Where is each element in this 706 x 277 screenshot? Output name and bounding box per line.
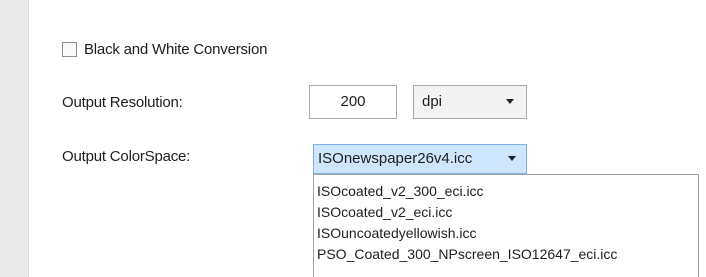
colorspace-dropdown-list: ISOcoated_v2_300_eci.icc ISOcoated_v2_ec… [313,174,699,277]
colorspace-option[interactable]: ISOuncoatedyellowish.icc [314,223,698,244]
output-resolution-input[interactable]: 200 [309,85,397,119]
bw-conversion-label: Black and White Conversion [84,40,268,58]
resolution-unit-value: dpi [422,93,443,110]
output-colorspace-select[interactable]: ISOnewspaper26v4.icc [313,144,527,174]
colorspace-option[interactable]: PSO_Coated_300_NPscreen_ISO12647_eci.icc [314,244,698,265]
chevron-down-icon [506,99,514,104]
colorspace-option[interactable]: ISOcoated_v2_300_eci.icc [314,181,698,202]
resolution-unit-select[interactable]: dpi [413,85,527,119]
chevron-down-icon [508,156,516,161]
colorspace-selected-value: ISOnewspaper26v4.icc [318,150,473,167]
bw-conversion-row[interactable]: Black and White Conversion [62,38,267,60]
output-resolution-label: Output Resolution: [62,94,183,111]
colorspace-option[interactable]: ISOcoated_v2_eci.icc [314,202,698,223]
output-colorspace-label: Output ColorSpace: [62,148,191,165]
bw-conversion-checkbox[interactable] [62,41,77,57]
